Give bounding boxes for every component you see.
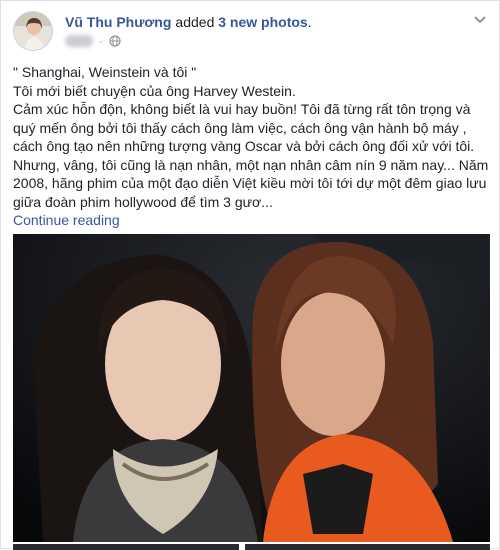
photo-thumbnail[interactable] (245, 544, 490, 550)
action-prefix: added (175, 14, 215, 30)
post-text-line-title: " Shanghai, Weinstein và tôi " (13, 64, 197, 80)
post-text: " Shanghai, Weinstein và tôi " Tôi mới b… (13, 63, 489, 230)
post-subline: · (65, 33, 121, 49)
post-timestamp[interactable] (65, 35, 93, 47)
post-action: added 3 new photos. (175, 14, 311, 30)
post-text-paragraph: Cảm xúc hỗn độn, không biết là vui hay b… (13, 101, 489, 210)
post-text-line-intro: Tôi mới biết chuyện của ông Harvey Weste… (13, 82, 296, 99)
separator-dot: · (99, 34, 103, 48)
globe-icon[interactable] (109, 35, 121, 47)
author-avatar[interactable] (13, 11, 53, 51)
photo-image (13, 234, 490, 542)
post-title-line: Vũ Thu Phương added 3 new photos. (65, 14, 312, 30)
photo-thumbnail[interactable] (13, 544, 239, 550)
new-photos-link[interactable]: 3 new photos (218, 14, 307, 30)
post-photo[interactable] (13, 234, 490, 542)
avatar-image (14, 12, 52, 50)
facebook-post: Vũ Thu Phương added 3 new photos. · " Sha… (0, 0, 500, 550)
author-name[interactable]: Vũ Thu Phương (65, 14, 171, 30)
action-suffix: . (307, 14, 312, 30)
chevron-down-icon[interactable] (473, 15, 487, 25)
continue-reading-link[interactable]: Continue reading (13, 212, 120, 228)
post-header: Vũ Thu Phương added 3 new photos. · (13, 11, 487, 55)
